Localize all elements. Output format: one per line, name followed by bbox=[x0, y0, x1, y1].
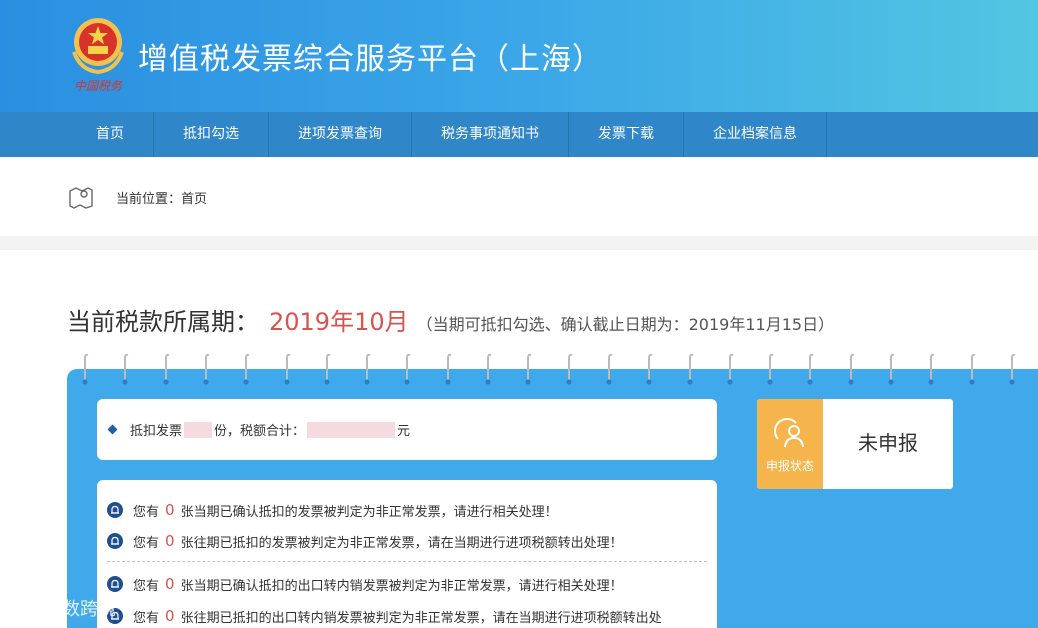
alert-item: 您有 0 张当期已确认抵扣的发票被判定为非正常发票，请进行相关处理！ bbox=[107, 500, 558, 520]
binder-ring-icon bbox=[767, 353, 774, 385]
emblem-caption: 中国税务 bbox=[74, 79, 123, 93]
binder-ring-icon bbox=[203, 353, 210, 385]
nav-item-tax-notice[interactable]: 税务事项通知书 bbox=[412, 112, 569, 157]
binder-ring-icon bbox=[1009, 353, 1016, 385]
declaration-status-card: 申报状态 未申报 bbox=[757, 399, 953, 489]
binder-ring-icon bbox=[122, 353, 129, 385]
binder-ring-icon bbox=[566, 353, 572, 385]
bullet-diamond-icon bbox=[107, 424, 118, 435]
binder-ring-icon bbox=[243, 353, 250, 385]
nav-item-input-invoice-query[interactable]: 进项发票查询 bbox=[269, 112, 412, 157]
abnormal-invoice-alerts-card: 您有 0 张当期已确认抵扣的发票被判定为非正常发票，请进行相关处理！ 您有 0 张往期已… bbox=[97, 480, 717, 628]
alert-count: 0 bbox=[165, 575, 175, 593]
period-value: 2019年10月 bbox=[269, 308, 409, 336]
binder-ring-icon bbox=[646, 353, 653, 385]
breadcrumb: 当前位置：首页 bbox=[68, 184, 207, 210]
summary-prefix: 抵扣发票 bbox=[130, 424, 183, 439]
map-location-icon bbox=[69, 187, 93, 209]
binder-ring-icon bbox=[606, 353, 613, 385]
binder-ring-icon bbox=[284, 353, 290, 385]
site-title: 增值税发票综合服务平台（上海） bbox=[138, 42, 603, 77]
main-nav: 首页 抵扣勾选 进项发票查询 税务事项通知书 发票下载 企业档案信息 bbox=[0, 112, 1038, 157]
status-value: 未申报 bbox=[858, 431, 918, 455]
summary-count-unit: 份，税额合计： bbox=[214, 424, 306, 439]
header-banner: 中国税务 增值税发票综合服务平台（上海） bbox=[0, 0, 1038, 112]
bell-icon bbox=[107, 533, 123, 549]
watermark: 大数跨境 bbox=[10, 595, 116, 621]
binder-ring-icon bbox=[445, 353, 452, 385]
breadcrumb-text: 当前位置：首页 bbox=[116, 191, 208, 207]
binder-ring-icon bbox=[969, 353, 975, 385]
nav-item-invoice-download[interactable]: 发票下载 bbox=[569, 112, 684, 157]
binder-ring-icon bbox=[888, 353, 895, 385]
user-search-icon bbox=[773, 417, 804, 448]
binder-ring-icon bbox=[687, 353, 693, 385]
period-label: 当前税款所属期： bbox=[67, 308, 259, 336]
bell-icon bbox=[107, 576, 123, 592]
redacted-amount bbox=[307, 421, 396, 438]
period-deadline-note: （当期可抵扣勾选、确认截止日期为：2019年11月15日） bbox=[416, 315, 835, 334]
watermark-text: 大数跨境 bbox=[44, 599, 116, 620]
binder-ring-icon bbox=[807, 353, 814, 385]
watermark-logo-icon bbox=[11, 601, 43, 615]
calendar-rings bbox=[80, 352, 1038, 386]
tax-emblem-logo: 中国税务 bbox=[72, 18, 124, 93]
binder-ring-icon bbox=[525, 353, 532, 385]
dashed-divider bbox=[107, 561, 707, 562]
nav-item-company-profile[interactable]: 企业档案信息 bbox=[684, 112, 827, 157]
alert-count: 0 bbox=[165, 607, 175, 625]
binder-ring-icon bbox=[485, 353, 492, 385]
binder-ring-icon bbox=[404, 353, 411, 385]
status-label: 申报状态 bbox=[765, 459, 814, 473]
binder-ring-icon bbox=[163, 353, 169, 385]
alert-item: 您有 0 张往期已抵扣的出口转内销发票被判定为非正常发票，请在当期进行进项税额转出处 bbox=[107, 606, 662, 626]
nav-item-deduction-select[interactable]: 抵扣勾选 bbox=[154, 112, 269, 157]
alert-item: 您有 0 张往期已抵扣的发票被判定为非正常发票，请在当期进行进项税额转出处理！ bbox=[107, 531, 623, 551]
bell-icon bbox=[107, 502, 123, 518]
deduction-summary-card: 抵扣发票 份，税额合计： 元 bbox=[97, 399, 717, 460]
summary-amount-unit: 元 bbox=[397, 424, 411, 439]
nav-item-home[interactable]: 首页 bbox=[67, 112, 154, 157]
alert-count: 0 bbox=[165, 532, 175, 550]
binder-ring-icon bbox=[848, 353, 855, 385]
binder-ring-icon bbox=[324, 353, 331, 385]
alert-count: 0 bbox=[165, 501, 175, 519]
redacted-count bbox=[184, 421, 213, 438]
binder-ring-icon bbox=[82, 353, 89, 385]
binder-ring-icon bbox=[727, 353, 734, 385]
binder-ring-icon bbox=[928, 353, 935, 385]
section-divider bbox=[0, 236, 1038, 250]
alert-item: 您有 0 张当期已确认抵扣的出口转内销发票被判定为非正常发票，请进行相关处理！ bbox=[107, 574, 623, 594]
binder-ring-icon bbox=[364, 353, 371, 385]
tax-period-heading: 当前税款所属期： 2019年10月 （当期可抵扣勾选、确认截止日期为：2019年… bbox=[67, 302, 834, 337]
